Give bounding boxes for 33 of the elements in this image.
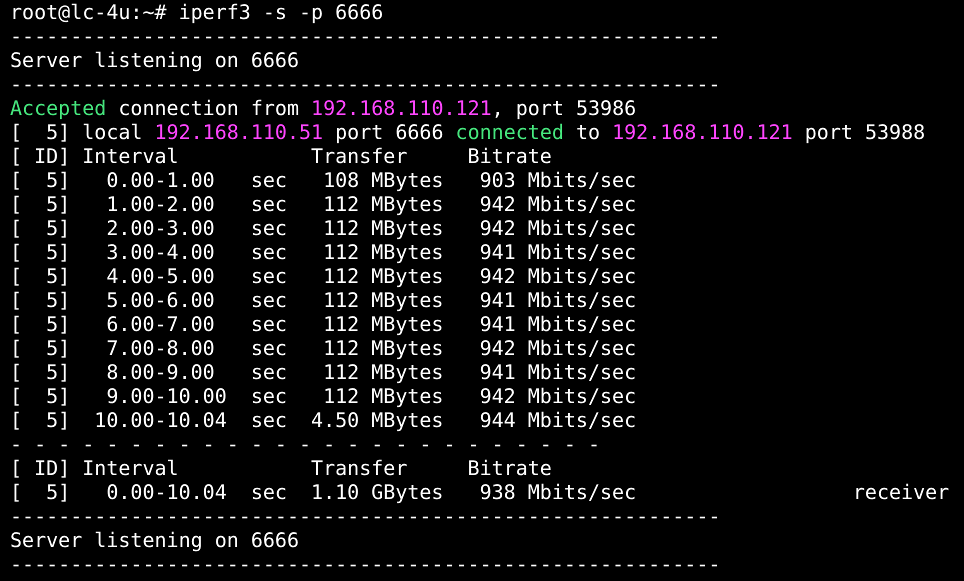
terminal-text: [ 5] 7.00-8.00 sec 112 MBytes 942 Mbits/sec bbox=[10, 336, 636, 360]
terminal-text: Accepted bbox=[10, 96, 106, 120]
terminal-text: [ 5] local bbox=[10, 120, 144, 144]
terminal-text: port 53988 bbox=[804, 120, 926, 144]
terminal-text: [ 5] 6.00-7.00 sec 112 MBytes 941 Mbits/sec bbox=[10, 312, 636, 336]
terminal-text: root@lc-4u:~# iperf3 -s -p 6666 bbox=[10, 0, 384, 24]
terminal-text: port 6666 bbox=[334, 120, 444, 144]
terminal-text: connected bbox=[456, 120, 564, 144]
terminal-text: Server listening on 6666 bbox=[10, 528, 299, 552]
terminal-text: ----------------------------------------------------------- bbox=[10, 72, 720, 96]
terminal-text: 192.168.110.51 bbox=[154, 120, 324, 144]
terminal-text: [ 5] 9.00-10.00 sec 112 MBytes 942 Mbits/sec bbox=[10, 384, 636, 408]
terminal-text: [ 5] 4.00-5.00 sec 112 MBytes 942 Mbits/sec bbox=[10, 264, 636, 288]
terminal-text: [ 5] 8.00-9.00 sec 112 MBytes 941 Mbits/sec bbox=[10, 360, 636, 384]
terminal-text: to bbox=[574, 120, 602, 144]
terminal-text: [ ID] Interval Transfer Bitrate bbox=[10, 456, 552, 480]
terminal-text: , port 53986 bbox=[492, 96, 636, 120]
terminal-text: [ 5] 5.00-6.00 sec 112 MBytes 941 Mbits/sec bbox=[10, 288, 636, 312]
terminal-text: [ ID] Interval Transfer Bitrate bbox=[10, 144, 552, 168]
terminal-text: connection from bbox=[117, 96, 300, 120]
terminal-text: [ 5] 0.00-1.00 sec 108 MBytes 903 Mbits/sec bbox=[10, 168, 636, 192]
terminal-text: ----------------------------------------------------------- bbox=[10, 24, 720, 48]
terminal-text: [ 5] 2.00-3.00 sec 112 MBytes 942 Mbits/sec bbox=[10, 216, 636, 240]
terminal-text: ----------------------------------------------------------- bbox=[10, 504, 720, 528]
terminal-text: 192.168.110.121 bbox=[612, 120, 793, 144]
terminal-text: - - - - - - - - - - - - - - - - - - - - - - - - - bbox=[10, 432, 600, 456]
terminal-text: Server listening on 6666 bbox=[10, 48, 299, 72]
terminal-text: [ 5] 10.00-10.04 sec 4.50 MBytes 944 Mbits/sec bbox=[10, 408, 636, 432]
terminal-text: [ 5] 0.00-10.04 sec 1.10 GBytes 938 Mbits/sec receiver bbox=[10, 480, 950, 504]
terminal-text: [ 5] 3.00-4.00 sec 112 MBytes 941 Mbits/sec bbox=[10, 240, 636, 264]
terminal-text: ----------------------------------------------------------- bbox=[10, 552, 720, 576]
terminal-text: 192.168.110.121 bbox=[311, 96, 492, 120]
terminal-text: [ 5] 1.00-2.00 sec 112 MBytes 942 Mbits/sec bbox=[10, 192, 636, 216]
